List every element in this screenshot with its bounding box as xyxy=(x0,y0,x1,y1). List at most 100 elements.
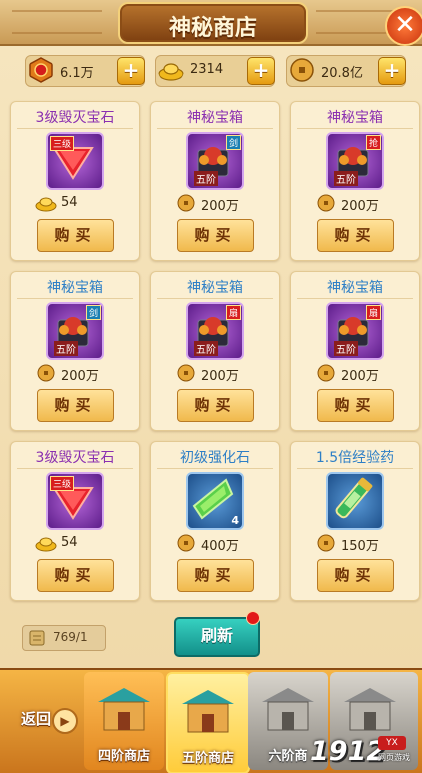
watermark-badge: YX xyxy=(378,736,406,750)
buy-button[interactable]: 购买 xyxy=(37,559,114,592)
copper-coin-amount: 20.8亿 xyxy=(321,66,363,81)
buy-button[interactable]: 购买 xyxy=(177,389,254,422)
watermark-subtitle: 网页游戏 xyxy=(378,753,410,762)
shop-item-card: 1.5倍经验药 150万 购买 xyxy=(290,441,420,601)
shop-item-card: 神秘宝箱 剑 五阶 200万 购买 xyxy=(150,101,280,261)
item-quantity: 4 xyxy=(231,514,239,527)
treasure-box-icon[interactable]: 剑 五阶 xyxy=(186,132,244,190)
buy-button[interactable]: 购买 xyxy=(317,219,394,252)
shop-item-card: 3级毁灭宝石 三级 54 购买 xyxy=(10,101,140,261)
item-name: 3级毁灭宝石 xyxy=(11,447,139,469)
copper-coin-icon xyxy=(177,194,195,212)
back-button[interactable]: 返回 ▶ xyxy=(6,696,78,744)
item-price: 400万 xyxy=(201,539,239,554)
green-crystal-icon[interactable]: 4 xyxy=(186,472,244,530)
type-badge: 扇 xyxy=(365,305,381,320)
copper-coin-icon xyxy=(177,364,195,382)
close-button[interactable]: ✕ xyxy=(385,6,422,46)
ruby-gem-icon[interactable]: 三级 xyxy=(46,472,104,530)
buy-button[interactable]: 购买 xyxy=(317,559,394,592)
refresh-token-count: 769/1 xyxy=(53,630,88,644)
gold-ingot-icon xyxy=(35,197,57,212)
item-price: 200万 xyxy=(341,369,379,384)
item-name: 神秘宝箱 xyxy=(151,107,279,129)
item-price: 54 xyxy=(61,195,78,210)
buy-button[interactable]: 购买 xyxy=(37,219,114,252)
currency-copper-coin: 20.8亿 + xyxy=(286,55,406,87)
refresh-token-counter: 769/1 xyxy=(22,625,106,651)
shop-building-icon xyxy=(262,688,314,731)
item-price: 54 xyxy=(61,535,78,550)
gold-ingot-icon xyxy=(35,537,57,552)
exp-potion-icon[interactable] xyxy=(326,472,384,530)
mystery-shop-screen: 神秘商店 ✕ 6.1万 + 2314 + 20.8亿 + 3级毁灭宝石 三级 5… xyxy=(0,0,422,773)
copper-coin-icon xyxy=(317,534,335,552)
treasure-box-icon[interactable]: 扇 五阶 xyxy=(186,302,244,360)
shop-building-icon xyxy=(98,688,150,731)
grade-badge: 三级 xyxy=(50,476,75,491)
ruby-gem-icon[interactable]: 三级 xyxy=(46,132,104,190)
notification-dot xyxy=(246,611,260,625)
refresh-button[interactable]: 刷新 xyxy=(174,617,260,657)
tier-label: 五阶 xyxy=(334,171,358,186)
item-name: 神秘宝箱 xyxy=(151,277,279,299)
item-price: 200万 xyxy=(201,369,239,384)
medal-icon xyxy=(29,57,53,83)
type-badge: 剑 xyxy=(85,305,101,320)
item-name: 神秘宝箱 xyxy=(291,277,419,299)
type-badge: 剑 xyxy=(225,135,241,150)
item-price: 200万 xyxy=(201,199,239,214)
page-title: 神秘商店 xyxy=(168,15,257,41)
item-name: 3级毁灭宝石 xyxy=(11,107,139,129)
item-name: 初级强化石 xyxy=(151,447,279,469)
add-gold-ingot-button[interactable]: + xyxy=(247,57,275,85)
site-watermark: 1912 YX 网页游戏 xyxy=(310,736,418,770)
treasure-box-icon[interactable]: 抢 五阶 xyxy=(326,132,384,190)
shop-item-card: 神秘宝箱 抢 五阶 200万 购买 xyxy=(290,101,420,261)
gold-ingot-icon xyxy=(158,63,184,81)
close-icon: ✕ xyxy=(394,10,416,40)
copper-coin-icon xyxy=(177,534,195,552)
medal-amount: 6.1万 xyxy=(60,66,94,81)
currency-medal: 6.1万 + xyxy=(25,55,145,87)
buy-button[interactable]: 购买 xyxy=(177,219,254,252)
type-badge: 抢 xyxy=(365,135,381,150)
buy-button[interactable]: 购买 xyxy=(37,389,114,422)
shop-item-card: 神秘宝箱 扇 五阶 200万 购买 xyxy=(150,271,280,431)
item-name: 1.5倍经验药 xyxy=(291,447,419,469)
shop-item-card: 初级强化石 4 400万 购买 xyxy=(150,441,280,601)
shop-item-card: 神秘宝箱 扇 五阶 200万 购买 xyxy=(290,271,420,431)
tab-tier4-shop[interactable]: 四阶商店 xyxy=(84,672,164,770)
item-price: 200万 xyxy=(61,369,99,384)
shop-building-icon xyxy=(182,690,234,733)
tier-label: 五阶 xyxy=(194,341,218,356)
treasure-box-icon[interactable]: 扇 五阶 xyxy=(326,302,384,360)
item-name: 神秘宝箱 xyxy=(291,107,419,129)
copper-coin-icon xyxy=(317,194,335,212)
currency-gold-ingot: 2314 + xyxy=(155,55,275,87)
item-price: 150万 xyxy=(341,539,379,554)
title-plate: 神秘商店 xyxy=(118,2,308,44)
add-medal-button[interactable]: + xyxy=(117,57,145,85)
copper-coin-icon xyxy=(37,364,55,382)
scroll-token-icon xyxy=(29,630,45,646)
tab-label: 四阶商店 xyxy=(97,749,150,764)
tab-tier5-shop[interactable]: 五阶商店 xyxy=(166,672,250,773)
tier-label: 五阶 xyxy=(334,341,358,356)
add-copper-coin-button[interactable]: + xyxy=(378,57,406,85)
grade-badge: 三级 xyxy=(50,136,75,151)
tab-label: 五阶商店 xyxy=(181,751,234,766)
type-badge: 扇 xyxy=(225,305,241,320)
buy-button[interactable]: 购买 xyxy=(317,389,394,422)
treasure-box-icon[interactable]: 剑 五阶 xyxy=(46,302,104,360)
item-name: 神秘宝箱 xyxy=(11,277,139,299)
gold-ingot-amount: 2314 xyxy=(190,62,224,77)
header-bar: 神秘商店 xyxy=(0,0,422,46)
watermark-number: 1912 xyxy=(310,736,386,767)
tier-label: 五阶 xyxy=(54,341,78,356)
copper-coin-icon xyxy=(290,58,314,82)
shop-building-icon xyxy=(344,688,396,731)
shop-item-card: 3级毁灭宝石 三级 54 购买 xyxy=(10,441,140,601)
buy-button[interactable]: 购买 xyxy=(177,559,254,592)
copper-coin-icon xyxy=(317,364,335,382)
